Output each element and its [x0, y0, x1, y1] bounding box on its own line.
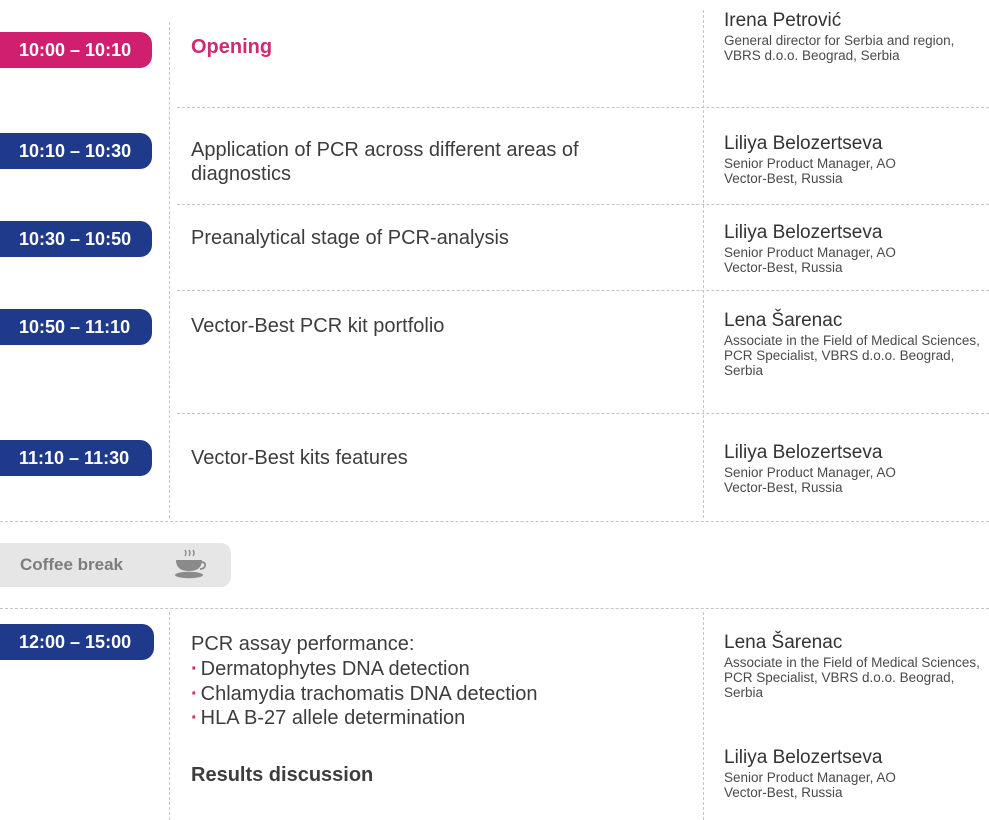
assay-list: · Dermatophytes DNA detection · Chlamydia …: [191, 657, 538, 731]
talk-title: Vector-Best kits features: [191, 447, 408, 469]
list-item: · Chlamydia trachomatis DNA detection: [191, 682, 538, 705]
speaker-role: Senior Product Manager, AO Vector-Best, …: [724, 245, 896, 275]
talk-title: Opening: [191, 36, 273, 58]
speaker-role: Senior Product Manager, AO Vector-Best, …: [724, 770, 896, 800]
speaker-name: Liliya Belozertseva: [724, 442, 883, 463]
speaker-name: Liliya Belozertseva: [724, 133, 883, 154]
column-divider-right: [703, 612, 704, 820]
time-badge: 10:50 – 11:10: [0, 309, 152, 345]
speaker-role: Associate in the Field of Medical Scienc…: [724, 655, 980, 700]
talk-title: Preanalytical stage of PCR-analysis: [191, 227, 509, 249]
speaker-block: Irena Petrović General director for Serb…: [724, 10, 986, 63]
talk-title: PCR assay performance:: [191, 633, 415, 655]
time-badge: 10:00 – 10:10: [0, 32, 152, 68]
speaker-block: Liliya Belozertseva Senior Product Manag…: [724, 442, 986, 495]
speaker-block: Liliya Belozertseva Senior Product Manag…: [724, 133, 986, 186]
speaker-name: Lena Šarenac: [724, 310, 843, 331]
column-divider-left: [169, 612, 170, 820]
talk-title: Vector-Best PCR kit portfolio: [191, 315, 445, 337]
time-badge: 10:10 – 10:30: [0, 133, 152, 169]
coffee-break-label: Coffee break: [20, 555, 123, 574]
list-item: · HLA B-27 allele determination: [191, 707, 466, 729]
session-divider: [0, 608, 989, 609]
row-divider: [177, 107, 989, 108]
talk-title: Application of PCR across different area…: [191, 139, 579, 185]
row-divider: [177, 290, 989, 291]
list-item: · Dermatophytes DNA detection: [191, 658, 470, 680]
coffee-cup-icon: [175, 549, 207, 579]
speaker-role: Associate in the Field of Medical Scienc…: [724, 333, 980, 378]
row-divider: [177, 204, 989, 205]
speaker-block: Lena Šarenac Associate in the Field of M…: [724, 310, 986, 378]
results-discussion: Results discussion: [191, 764, 374, 786]
column-divider-left: [169, 22, 170, 518]
time-badge: 11:10 – 11:30: [0, 440, 152, 476]
speaker-role: General director for Serbia and region, …: [724, 33, 955, 63]
column-divider-right: [703, 10, 704, 518]
time-badge: 10:30 – 10:50: [0, 221, 152, 257]
time-badge: 12:00 – 15:00: [0, 624, 154, 660]
speaker-block: Liliya Belozertseva Senior Product Manag…: [724, 747, 986, 800]
speaker-name: Lena Šarenac: [724, 632, 843, 653]
speaker-name: Liliya Belozertseva: [724, 222, 883, 243]
session-divider: [0, 521, 989, 522]
speaker-role: Senior Product Manager, AO Vector-Best, …: [724, 465, 896, 495]
speaker-role: Senior Product Manager, AO Vector-Best, …: [724, 156, 896, 186]
coffee-break-banner: Coffee break: [0, 543, 231, 587]
speaker-name: Liliya Belozertseva: [724, 747, 883, 768]
speaker-block: Lena Šarenac Associate in the Field of M…: [724, 632, 986, 700]
speaker-name: Irena Petrović: [724, 10, 842, 31]
row-divider: [177, 413, 989, 414]
speaker-block: Liliya Belozertseva Senior Product Manag…: [724, 222, 986, 275]
